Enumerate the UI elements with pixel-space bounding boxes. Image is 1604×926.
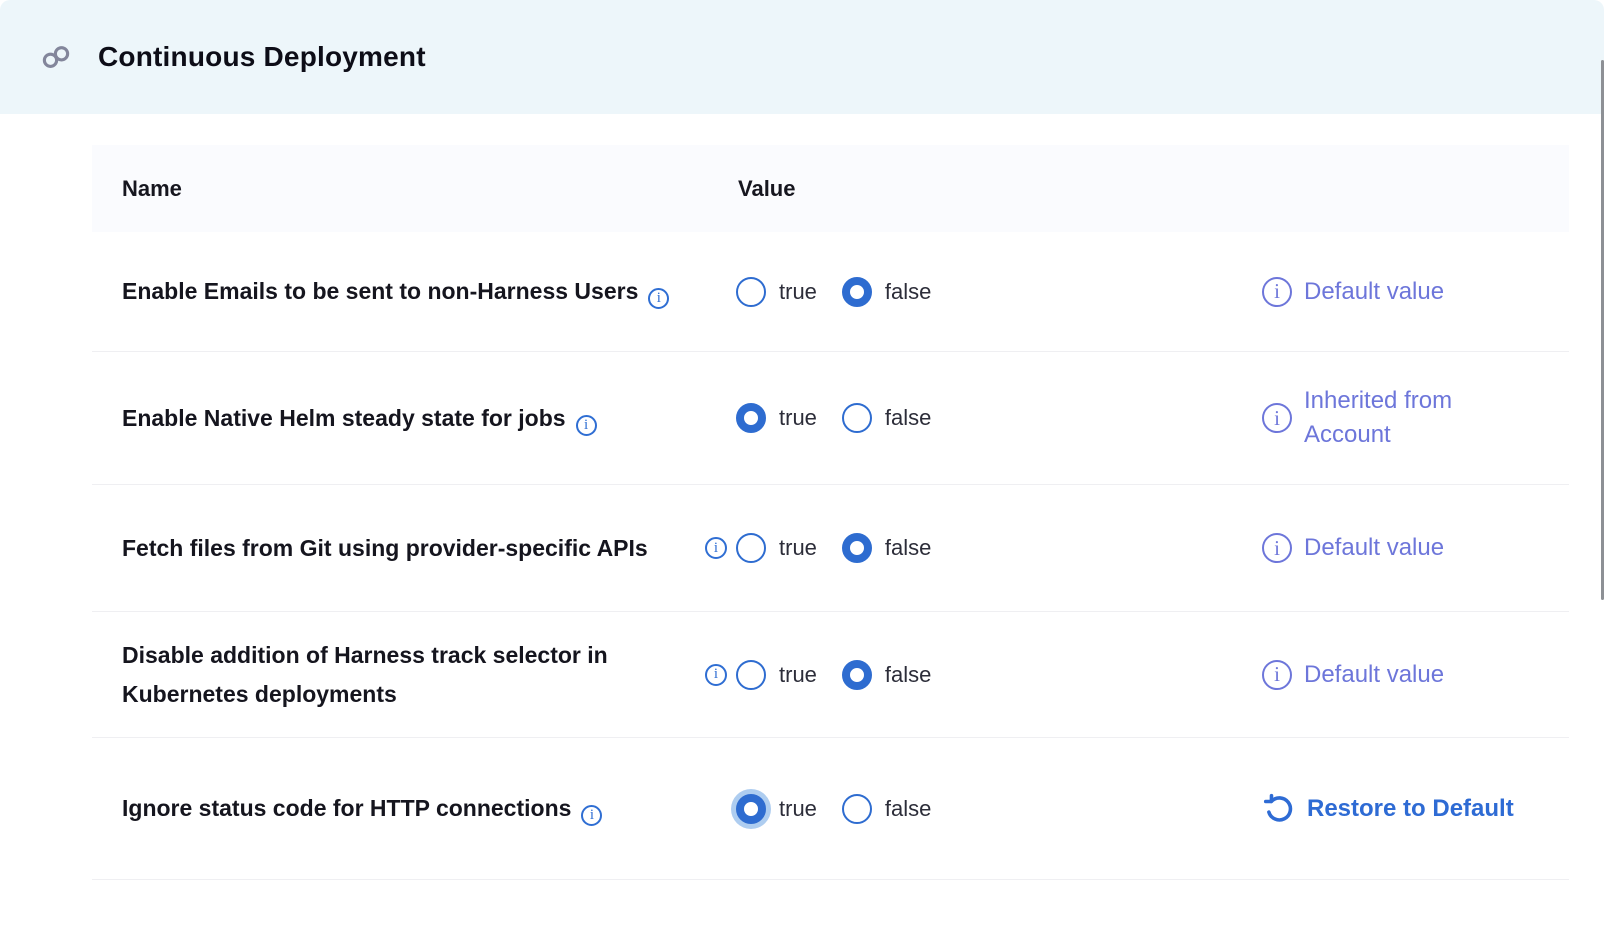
- radio-true-label: true: [779, 405, 817, 431]
- setting-row: Fetch files from Git using provider-spec…: [92, 485, 1569, 612]
- settings-table: Name Value Enable Emails to be sent to n…: [92, 145, 1569, 880]
- table-header: Name Value: [92, 145, 1569, 232]
- info-icon[interactable]: i: [648, 288, 669, 309]
- setting-name: Fetch files from Git using provider-spec…: [122, 535, 648, 561]
- link-icon[interactable]: [41, 42, 71, 72]
- radio-true-label: true: [779, 535, 817, 561]
- setting-value-cell: i true false: [705, 403, 931, 433]
- status-label: Default value: [1304, 531, 1444, 565]
- setting-name-cell: Disable addition of Harness track select…: [92, 636, 705, 714]
- info-icon[interactable]: i: [1262, 403, 1292, 433]
- radio-false-label: false: [885, 405, 931, 431]
- section-header: Continuous Deployment: [0, 0, 1604, 114]
- info-icon[interactable]: i: [1262, 533, 1292, 563]
- radio-false[interactable]: [842, 794, 872, 824]
- radio-true[interactable]: [736, 277, 766, 307]
- info-icon[interactable]: i: [1262, 660, 1292, 690]
- status-label: Default value: [1304, 275, 1444, 309]
- radio-false-label: false: [885, 535, 931, 561]
- radio-false[interactable]: [842, 403, 872, 433]
- radio-option-false[interactable]: false: [842, 403, 931, 433]
- setting-row: Disable addition of Harness track select…: [92, 612, 1569, 738]
- status-indicator-default: i Default value: [1262, 275, 1569, 309]
- setting-row: Enable Native Helm steady state for jobs…: [92, 352, 1569, 485]
- section-title: Continuous Deployment: [98, 41, 426, 73]
- radio-false-label: false: [885, 662, 931, 688]
- radio-option-true[interactable]: true: [736, 277, 817, 307]
- setting-value-cell: i true false: [705, 277, 931, 307]
- radio-true-label: true: [779, 796, 817, 822]
- radio-option-true[interactable]: true: [736, 794, 817, 824]
- radio-true-label: true: [779, 662, 817, 688]
- status-label: Restore to Default: [1307, 792, 1514, 826]
- radio-option-false[interactable]: false: [842, 794, 931, 824]
- radio-false[interactable]: [842, 277, 872, 307]
- setting-name-cell: Enable Emails to be sent to non-Harness …: [92, 272, 705, 311]
- setting-name-cell: Enable Native Helm steady state for jobs…: [92, 399, 705, 438]
- setting-name-cell: Fetch files from Git using provider-spec…: [92, 529, 705, 568]
- radio-true[interactable]: [736, 660, 766, 690]
- restore-icon[interactable]: [1262, 792, 1295, 825]
- radio-option-false[interactable]: false: [842, 277, 931, 307]
- restore-to-default-button[interactable]: i Restore to Default: [1262, 792, 1569, 826]
- setting-value-cell: i true false: [705, 660, 931, 690]
- setting-name: Enable Native Helm steady state for jobs: [122, 405, 566, 431]
- setting-value-cell: i true false: [705, 794, 931, 824]
- status-indicator-inherited: i Inherited from Account: [1262, 384, 1569, 452]
- setting-row: Enable Emails to be sent to non-Harness …: [92, 232, 1569, 352]
- radio-true[interactable]: [736, 403, 766, 433]
- radio-true[interactable]: [736, 533, 766, 563]
- setting-name: Ignore status code for HTTP connections: [122, 795, 571, 821]
- radio-option-false[interactable]: false: [842, 660, 931, 690]
- radio-true[interactable]: [736, 794, 766, 824]
- status-label: Inherited from Account: [1304, 384, 1504, 452]
- status-indicator-default: i Default value: [1262, 658, 1569, 692]
- radio-true-label: true: [779, 279, 817, 305]
- radio-false-label: false: [885, 279, 931, 305]
- table-body: Enable Emails to be sent to non-Harness …: [92, 232, 1569, 880]
- setting-name: Disable addition of Harness track select…: [122, 642, 608, 707]
- radio-option-true[interactable]: true: [736, 660, 817, 690]
- radio-option-true[interactable]: true: [736, 403, 817, 433]
- setting-row: Ignore status code for HTTP connections i…: [92, 738, 1569, 880]
- info-icon[interactable]: i: [581, 805, 602, 826]
- radio-false-label: false: [885, 796, 931, 822]
- setting-value-cell: i true false: [705, 533, 931, 563]
- info-icon[interactable]: i: [705, 537, 727, 559]
- info-icon[interactable]: i: [576, 415, 597, 436]
- radio-false[interactable]: [842, 533, 872, 563]
- info-icon[interactable]: i: [1262, 277, 1292, 307]
- settings-page: Continuous Deployment Name Value Enable …: [0, 0, 1604, 926]
- info-icon[interactable]: i: [705, 664, 727, 686]
- setting-name: Enable Emails to be sent to non-Harness …: [122, 278, 638, 304]
- radio-option-true[interactable]: true: [736, 533, 817, 563]
- status-indicator-default: i Default value: [1262, 531, 1569, 565]
- radio-false[interactable]: [842, 660, 872, 690]
- setting-name-cell: Ignore status code for HTTP connections i: [92, 789, 705, 828]
- column-header-name: Name: [92, 176, 705, 202]
- column-header-value: Value: [705, 176, 795, 202]
- status-label: Default value: [1304, 658, 1444, 692]
- radio-option-false[interactable]: false: [842, 533, 931, 563]
